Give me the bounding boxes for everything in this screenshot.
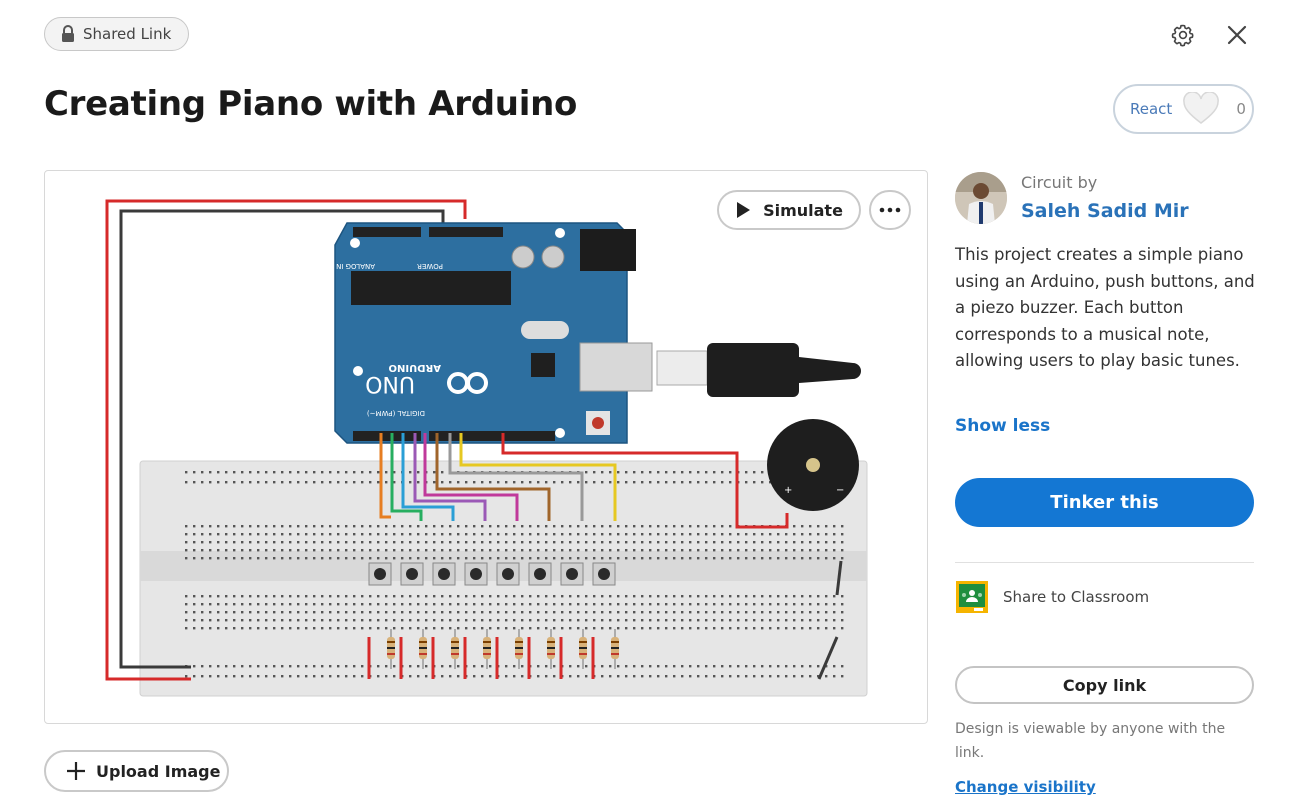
settings-button[interactable] bbox=[1168, 20, 1198, 50]
visibility-note: Design is viewable by anyone with the li… bbox=[955, 721, 1226, 761]
lock-icon bbox=[62, 25, 74, 42]
react-button[interactable]: React 0 bbox=[1113, 84, 1254, 134]
push-button bbox=[528, 562, 552, 586]
shared-link-badge[interactable]: Shared Link bbox=[44, 17, 189, 51]
circuit-canvas[interactable]: ANALOG IN POWER DIGITAL (PWM~) UNO ARDUI… bbox=[44, 170, 928, 724]
avatar-image bbox=[955, 172, 1007, 224]
show-less-link[interactable]: Show less bbox=[955, 416, 1050, 436]
page-title: Creating Piano with Arduino bbox=[44, 84, 578, 124]
copy-link-button[interactable]: Copy link bbox=[955, 666, 1254, 704]
share-classroom-button[interactable]: Share to Classroom bbox=[955, 580, 1149, 614]
power-label: POWER bbox=[417, 262, 443, 270]
upload-image-button[interactable]: Upload Image bbox=[44, 750, 229, 792]
heart-icon bbox=[1183, 92, 1220, 124]
arduino-text: ARDUINO bbox=[389, 362, 441, 373]
author-link[interactable]: Saleh Sadid Mir bbox=[1021, 200, 1189, 222]
push-button bbox=[560, 562, 584, 586]
arduino-board: ANALOG IN POWER DIGITAL (PWM~) UNO ARDUI… bbox=[334, 222, 861, 444]
circuit-by-label: Circuit by bbox=[1021, 173, 1098, 192]
divider bbox=[955, 562, 1254, 563]
analog-in-label: ANALOG IN bbox=[336, 262, 375, 270]
close-button[interactable] bbox=[1222, 20, 1252, 50]
gear-icon bbox=[1171, 24, 1194, 47]
push-button bbox=[464, 562, 488, 586]
author-avatar[interactable] bbox=[955, 172, 1007, 224]
upload-label: Upload Image bbox=[96, 761, 221, 781]
close-icon bbox=[1227, 25, 1247, 45]
digital-label: DIGITAL (PWM~) bbox=[367, 409, 425, 417]
google-classroom-icon bbox=[956, 581, 988, 613]
share-classroom-label: Share to Classroom bbox=[1003, 588, 1150, 606]
push-button bbox=[592, 562, 616, 586]
push-button bbox=[432, 562, 456, 586]
simulate-button[interactable]: Simulate bbox=[717, 190, 861, 230]
push-button bbox=[368, 562, 392, 586]
plus-icon bbox=[67, 762, 85, 780]
uno-text: UNO bbox=[365, 371, 415, 396]
push-button bbox=[400, 562, 424, 586]
push-button bbox=[496, 562, 520, 586]
piezo-buzzer: + − bbox=[767, 419, 859, 511]
change-visibility-link[interactable]: Change visibility bbox=[955, 778, 1096, 796]
svg-text:+: + bbox=[784, 485, 792, 496]
tinker-this-button[interactable]: Tinker this bbox=[955, 478, 1254, 527]
svg-text:−: − bbox=[836, 485, 844, 496]
play-icon bbox=[737, 202, 751, 218]
circuit-diagram: ANALOG IN POWER DIGITAL (PWM~) UNO ARDUI… bbox=[105, 199, 868, 697]
react-count: 0 bbox=[1236, 100, 1246, 118]
react-label: React bbox=[1130, 100, 1173, 118]
shared-link-label: Shared Link bbox=[83, 25, 172, 43]
more-options-button[interactable] bbox=[869, 190, 911, 230]
simulate-label: Simulate bbox=[763, 200, 843, 220]
project-description: This project creates a simple piano usin… bbox=[955, 245, 1255, 370]
more-horizontal-icon bbox=[879, 207, 901, 213]
